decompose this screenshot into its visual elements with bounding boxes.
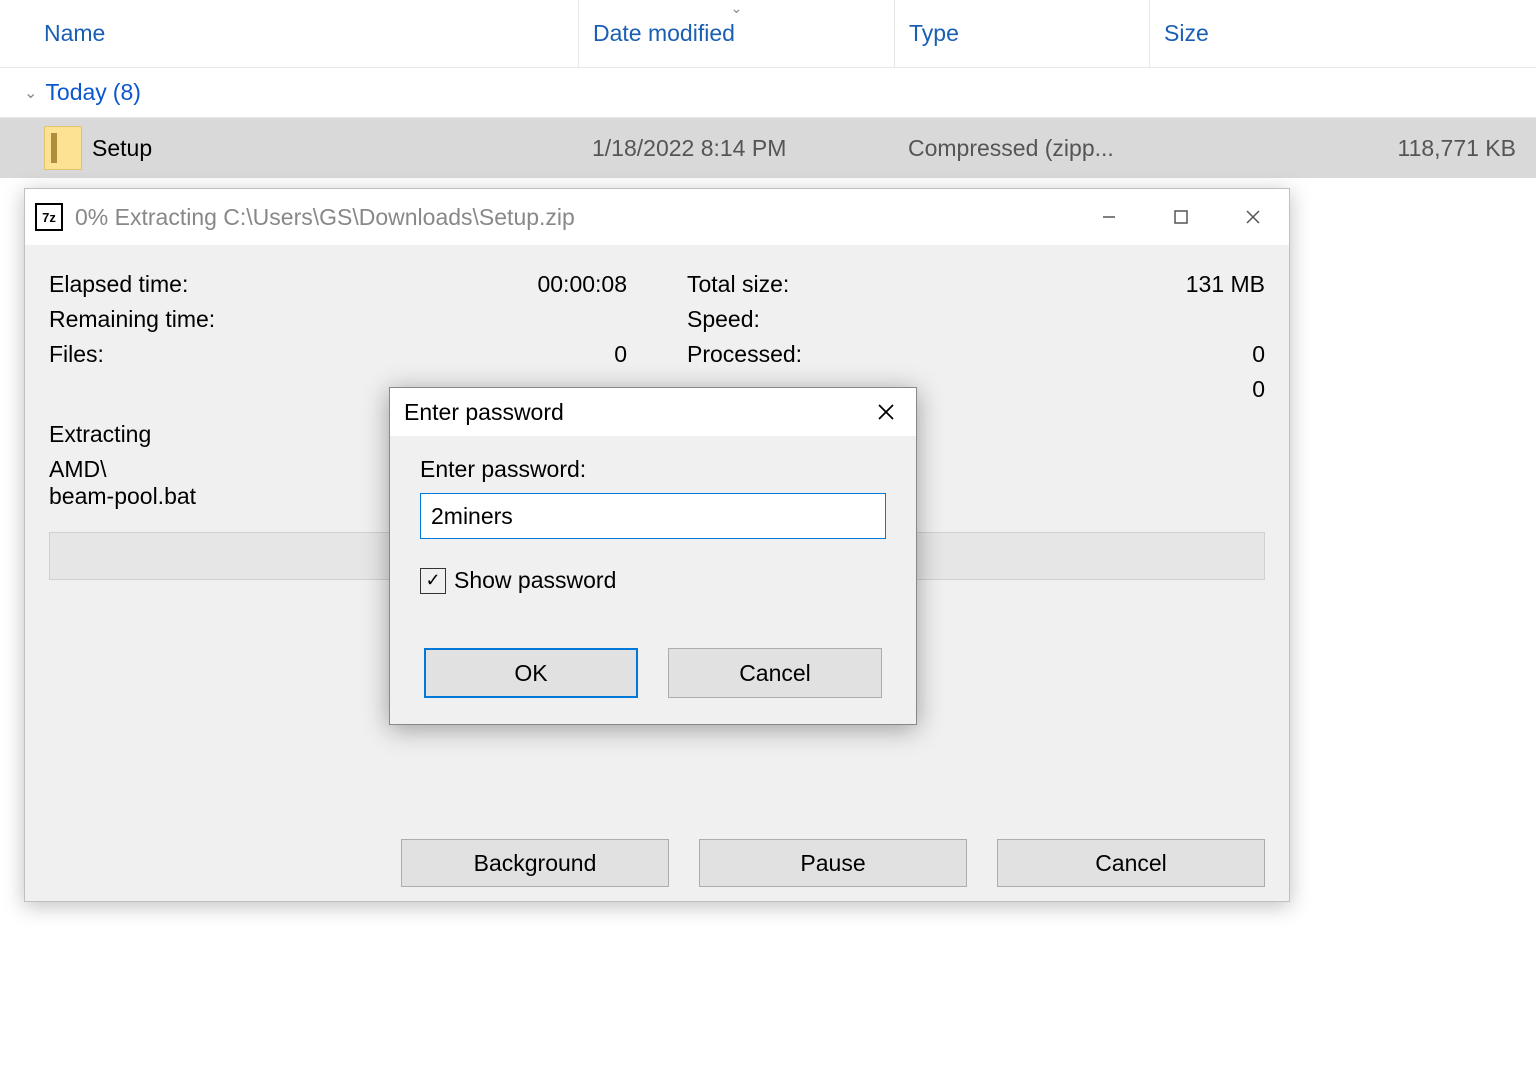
password-input[interactable] <box>420 493 886 539</box>
chevron-down-icon: ⌄ <box>24 83 37 103</box>
group-label: Today <box>45 79 106 106</box>
file-type: Compressed (zipp... <box>894 135 1149 162</box>
total-label: Total size: <box>687 271 789 298</box>
window-title: 0% Extracting C:\Users\GS\Downloads\Setu… <box>75 204 1073 231</box>
files-value: 0 <box>614 341 627 368</box>
dialog-cancel-button[interactable]: Cancel <box>668 648 882 698</box>
close-icon <box>877 403 895 421</box>
show-password-checkbox[interactable]: ✓ Show password <box>420 567 886 594</box>
minimize-icon <box>1101 209 1117 225</box>
column-date-header[interactable]: ⌄ Date modified <box>578 0 894 67</box>
close-button[interactable] <box>1217 189 1289 245</box>
maximize-button[interactable] <box>1145 189 1217 245</box>
processed-value: 0 <box>1252 341 1265 368</box>
processed-label: Processed: <box>687 341 802 368</box>
sevenzip-logo-icon: 7z <box>35 203 63 231</box>
ok-button[interactable]: OK <box>424 648 638 698</box>
file-date: 1/18/2022 8:14 PM <box>578 135 894 162</box>
remaining-label: Remaining time: <box>49 306 215 333</box>
minimize-button[interactable] <box>1073 189 1145 245</box>
group-count: (8) <box>113 79 141 106</box>
maximize-icon <box>1174 210 1188 224</box>
checkbox-checked-icon: ✓ <box>420 568 446 594</box>
group-row-today[interactable]: ⌄ Today (8) <box>0 68 1536 118</box>
sort-arrow-icon: ⌄ <box>731 0 743 17</box>
column-name-header[interactable]: Name <box>0 20 578 47</box>
files-label: Files: <box>49 341 104 368</box>
show-password-label: Show password <box>454 567 616 594</box>
zip-folder-icon <box>44 126 82 170</box>
dialog-titlebar[interactable]: Enter password <box>390 388 916 436</box>
speed-label: Speed: <box>687 306 760 333</box>
titlebar[interactable]: 7z 0% Extracting C:\Users\GS\Downloads\S… <box>25 189 1289 245</box>
elapsed-value: 00:00:08 <box>537 271 627 298</box>
background-button[interactable]: Background <box>401 839 669 887</box>
elapsed-label: Elapsed time: <box>49 271 188 298</box>
dialog-title: Enter password <box>404 399 564 426</box>
column-headers: Name ⌄ Date modified Type Size <box>0 0 1536 68</box>
file-name: Setup <box>92 135 578 162</box>
file-size: 118,771 KB <box>1149 135 1536 162</box>
pause-button[interactable]: Pause <box>699 839 967 887</box>
file-row-setup[interactable]: Setup 1/18/2022 8:14 PM Compressed (zipp… <box>0 118 1536 178</box>
cancel-button[interactable]: Cancel <box>997 839 1265 887</box>
column-date-label: Date modified <box>593 20 735 47</box>
fourth-right-value: 0 <box>1252 376 1265 403</box>
password-dialog: Enter password Enter password: ✓ Show pa… <box>389 387 917 725</box>
close-icon <box>1245 209 1261 225</box>
column-size-header[interactable]: Size <box>1149 0 1536 67</box>
column-type-header[interactable]: Type <box>894 0 1149 67</box>
total-value: 131 MB <box>1186 271 1265 298</box>
dialog-close-button[interactable] <box>856 388 916 436</box>
password-label: Enter password: <box>420 456 886 483</box>
